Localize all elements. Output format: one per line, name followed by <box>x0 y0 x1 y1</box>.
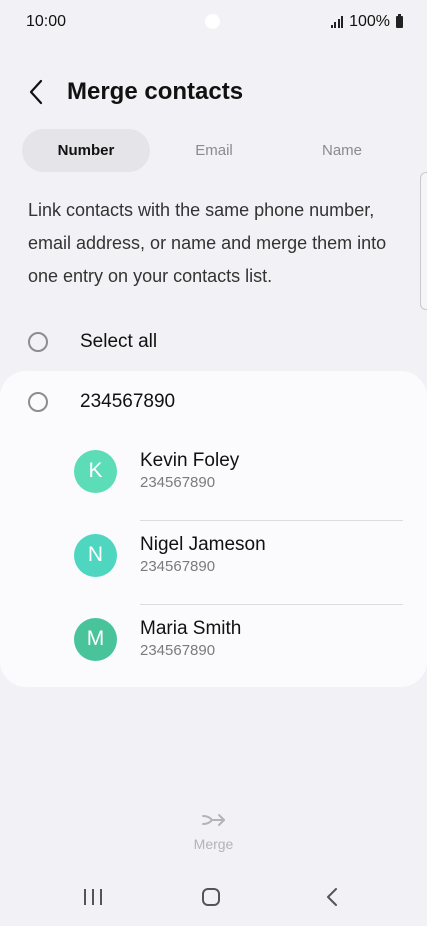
merge-arrow-icon <box>201 814 225 826</box>
app-header: Merge contacts <box>0 70 427 114</box>
home-icon[interactable] <box>202 888 220 906</box>
navigation-bar <box>0 874 427 922</box>
tab-email[interactable]: Email <box>150 129 278 172</box>
avatar: M <box>74 617 117 661</box>
battery-icon <box>396 14 403 28</box>
nav-back-icon[interactable] <box>322 886 342 908</box>
chevron-left-icon <box>29 79 43 105</box>
contact-text: Nigel Jameson 234567890 <box>140 533 266 577</box>
page-title: Merge contacts <box>67 78 244 105</box>
signal-icon <box>330 16 344 28</box>
contact-name: Maria Smith <box>140 618 242 639</box>
description-text: Link contacts with the same phone number… <box>28 200 387 286</box>
contact-item[interactable]: N Nigel Jameson 234567890 <box>74 513 404 597</box>
group-radio[interactable] <box>28 392 48 412</box>
tab-bar: Number Email Name <box>22 129 406 172</box>
contact-phone: 234567890 <box>140 558 216 575</box>
tab-name[interactable]: Name <box>278 129 406 172</box>
status-bar: 10:00 100% <box>0 0 427 44</box>
recent-apps-icon[interactable] <box>82 887 104 907</box>
battery-percent: 100% <box>349 13 390 30</box>
select-all-radio[interactable] <box>28 332 48 352</box>
duplicate-group-card: 234567890 K Kevin Foley 234567890 N Nige… <box>0 371 427 687</box>
contact-phone: 234567890 <box>140 642 216 659</box>
avatar: K <box>74 449 117 493</box>
contact-item[interactable]: M Maria Smith 234567890 <box>74 597 404 681</box>
back-button[interactable] <box>22 76 52 108</box>
contact-item[interactable]: K Kevin Foley 234567890 <box>74 429 404 513</box>
contact-phone: 234567890 <box>140 474 216 491</box>
contact-name: Kevin Foley <box>140 450 240 471</box>
contact-text: Kevin Foley 234567890 <box>140 449 239 493</box>
status-indicators: 100% <box>330 13 403 31</box>
select-all-row[interactable]: Select all <box>28 322 157 362</box>
group-header[interactable]: 234567890 <box>28 391 175 413</box>
avatar: N <box>74 533 117 577</box>
contact-name: Nigel Jameson <box>140 534 266 555</box>
group-number: 234567890 <box>80 391 176 412</box>
camera-cutout <box>205 14 220 29</box>
contact-text: Maria Smith 234567890 <box>140 617 241 661</box>
edge-panel-handle[interactable] <box>420 172 427 310</box>
select-all-label: Select all <box>80 331 158 352</box>
merge-label: Merge <box>193 836 234 852</box>
tab-number[interactable]: Number <box>22 129 150 172</box>
status-time: 10:00 <box>26 13 67 30</box>
merge-button[interactable]: Merge <box>0 808 427 852</box>
